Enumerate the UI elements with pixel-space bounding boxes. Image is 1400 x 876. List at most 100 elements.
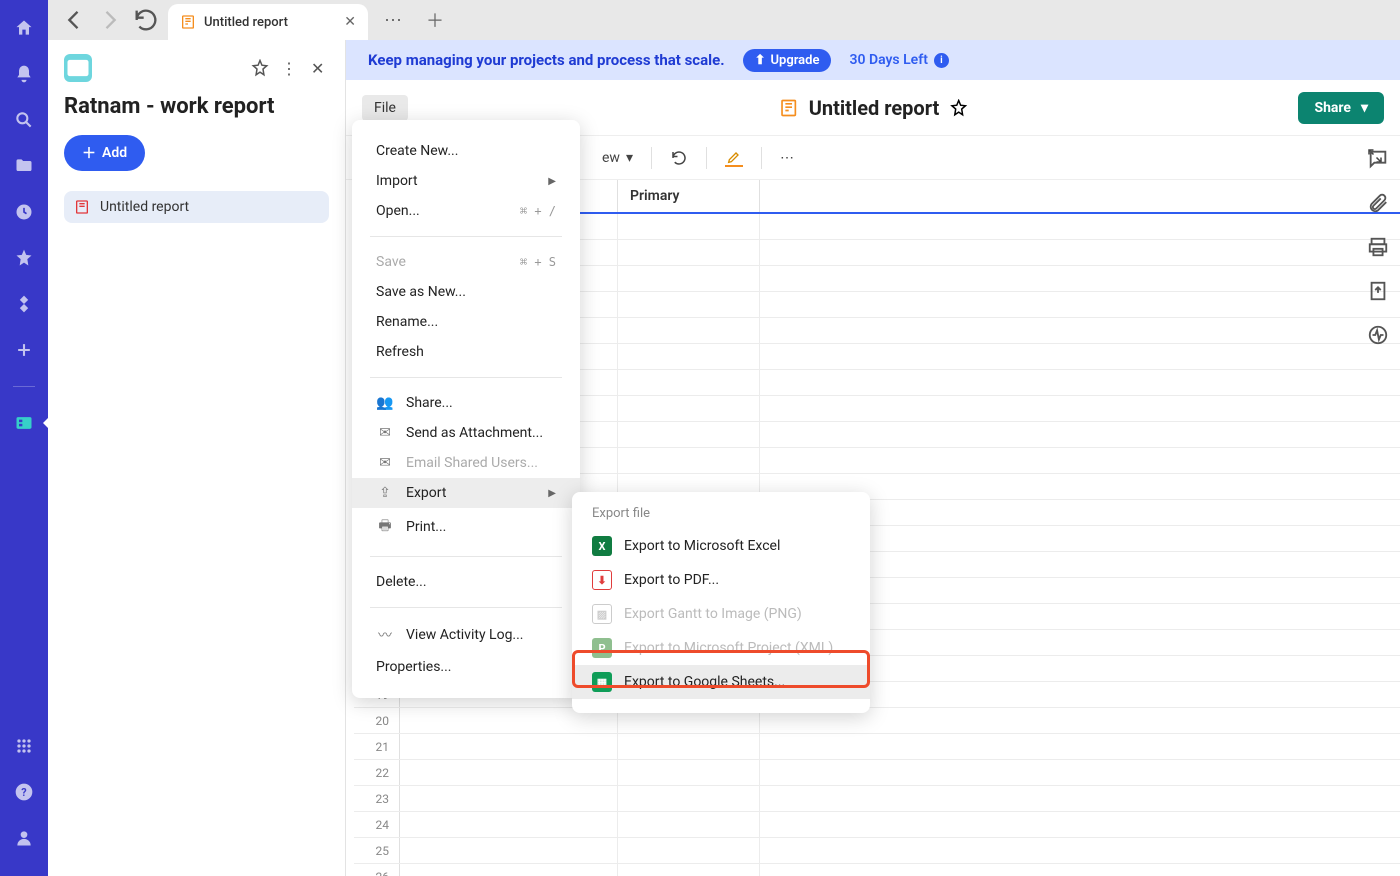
table-row[interactable]: 20 [354, 708, 1400, 734]
export-excel[interactable]: XExport to Microsoft Excel [572, 529, 870, 563]
col-primary-header[interactable]: Primary [618, 180, 760, 212]
right-rail [1356, 140, 1400, 346]
cell[interactable] [400, 812, 618, 837]
apps-grid-icon[interactable] [14, 736, 34, 756]
cell[interactable] [618, 786, 760, 811]
export-submenu-title: Export file [572, 502, 870, 529]
cell[interactable] [618, 864, 760, 876]
menu-export[interactable]: ⇪Export▶ [352, 478, 580, 508]
refresh-button[interactable] [670, 149, 688, 167]
cell[interactable] [618, 760, 760, 785]
cell[interactable] [618, 344, 760, 369]
table-row[interactable]: 23 [354, 786, 1400, 812]
tab-active[interactable]: Untitled report ✕ [168, 4, 368, 40]
workspace-icon[interactable] [14, 413, 34, 433]
cell[interactable] [618, 734, 760, 759]
banner-text: Keep managing your projects and process … [368, 51, 725, 69]
user-icon[interactable] [14, 828, 34, 848]
menu-refresh[interactable]: Refresh [352, 337, 580, 367]
forward-button[interactable] [96, 6, 124, 34]
star-icon[interactable] [949, 99, 967, 117]
more-tools-button[interactable]: ⋯ [780, 150, 794, 166]
menu-rename[interactable]: Rename... [352, 307, 580, 337]
cell[interactable] [618, 292, 760, 317]
doc-title[interactable]: Untitled report [809, 96, 940, 120]
menu-open[interactable]: Open...⌘ + / [352, 196, 580, 226]
menu-activity-log[interactable]: 〰View Activity Log... [352, 618, 580, 652]
tab-close-icon[interactable]: ✕ [344, 14, 356, 30]
publish-icon[interactable] [1367, 280, 1389, 302]
toolbar-sep [706, 147, 707, 169]
menu-sep [370, 556, 562, 557]
comments-icon[interactable] [1367, 148, 1389, 170]
sidebar-item-report[interactable]: Untitled report [64, 191, 329, 223]
print-rail-icon[interactable] [1367, 236, 1389, 258]
clock-icon[interactable] [14, 202, 34, 222]
diamond-icon[interactable] [14, 294, 34, 314]
cell[interactable] [618, 812, 760, 837]
cell[interactable] [618, 370, 760, 395]
cell[interactable] [400, 786, 618, 811]
folder-icon[interactable] [14, 156, 34, 176]
help-icon[interactable]: ? [14, 782, 34, 802]
menu-delete[interactable]: Delete... [352, 567, 580, 597]
cell[interactable] [618, 214, 760, 239]
attachments-icon[interactable] [1367, 192, 1389, 214]
tab-add-button[interactable]: ＋ [418, 7, 452, 33]
chevron-right-icon: ▶ [548, 176, 556, 187]
menu-sep [370, 236, 562, 237]
people-icon: 👥 [376, 395, 394, 411]
table-row[interactable]: 21 [354, 734, 1400, 760]
cell[interactable] [618, 838, 760, 863]
menu-print[interactable]: 🖶Print... [352, 508, 580, 546]
home-icon[interactable] [14, 18, 34, 38]
workspace-avatar[interactable] [64, 54, 92, 82]
share-button[interactable]: Share ▾ [1298, 92, 1384, 124]
menu-send-attachment[interactable]: ✉Send as Attachment... [352, 418, 580, 448]
table-row[interactable]: 26 [354, 864, 1400, 876]
export-pdf[interactable]: ⬇Export to PDF... [572, 563, 870, 597]
star-rail-icon[interactable] [14, 248, 34, 268]
cell[interactable] [400, 734, 618, 759]
menu-properties[interactable]: Properties... [352, 652, 580, 682]
view-dropdown[interactable]: ew ▾ [602, 150, 633, 166]
view-label: ew [602, 150, 620, 166]
pdf-icon: ⬇ [592, 570, 612, 590]
activity-icon[interactable] [1367, 324, 1389, 346]
upgrade-button[interactable]: ⬆ Upgrade [743, 49, 832, 72]
plus-rail-icon[interactable] [14, 340, 34, 360]
back-button[interactable] [60, 6, 88, 34]
bell-icon[interactable] [14, 64, 34, 84]
file-menu-button[interactable]: File [362, 95, 408, 121]
menu-share[interactable]: 👥Share... [352, 388, 580, 418]
cell[interactable] [400, 838, 618, 863]
table-row[interactable]: 22 [354, 760, 1400, 786]
cell[interactable] [618, 448, 760, 473]
table-row[interactable]: 25 [354, 838, 1400, 864]
search-icon[interactable] [14, 110, 34, 130]
close-sidebar-icon[interactable]: ✕ [311, 59, 329, 77]
cell[interactable] [618, 318, 760, 343]
tab-overflow-button[interactable]: ⋯ [376, 10, 410, 31]
cell[interactable] [400, 864, 618, 876]
cell[interactable] [400, 760, 618, 785]
table-row[interactable]: 24 [354, 812, 1400, 838]
more-icon[interactable]: ⋮ [281, 59, 299, 77]
gsheets-icon: ▦ [592, 672, 612, 692]
highlight-button[interactable] [725, 149, 743, 167]
info-icon[interactable]: i [934, 53, 949, 68]
reload-button[interactable] [132, 6, 160, 34]
export-google-sheets[interactable]: ▦Export to Google Sheets... [572, 665, 870, 699]
tab-bar: Untitled report ✕ ⋯ ＋ [48, 0, 1400, 40]
menu-create-new[interactable]: Create New... [352, 136, 580, 166]
row-number: 24 [354, 812, 400, 837]
favorite-icon[interactable] [251, 59, 269, 77]
menu-save-as[interactable]: Save as New... [352, 277, 580, 307]
cell[interactable] [618, 240, 760, 265]
add-button[interactable]: ＋ Add [64, 135, 145, 171]
cell[interactable] [618, 266, 760, 291]
cell[interactable] [618, 396, 760, 421]
cell[interactable] [618, 422, 760, 447]
upgrade-label: Upgrade [770, 53, 819, 68]
menu-import[interactable]: Import▶ [352, 166, 580, 196]
